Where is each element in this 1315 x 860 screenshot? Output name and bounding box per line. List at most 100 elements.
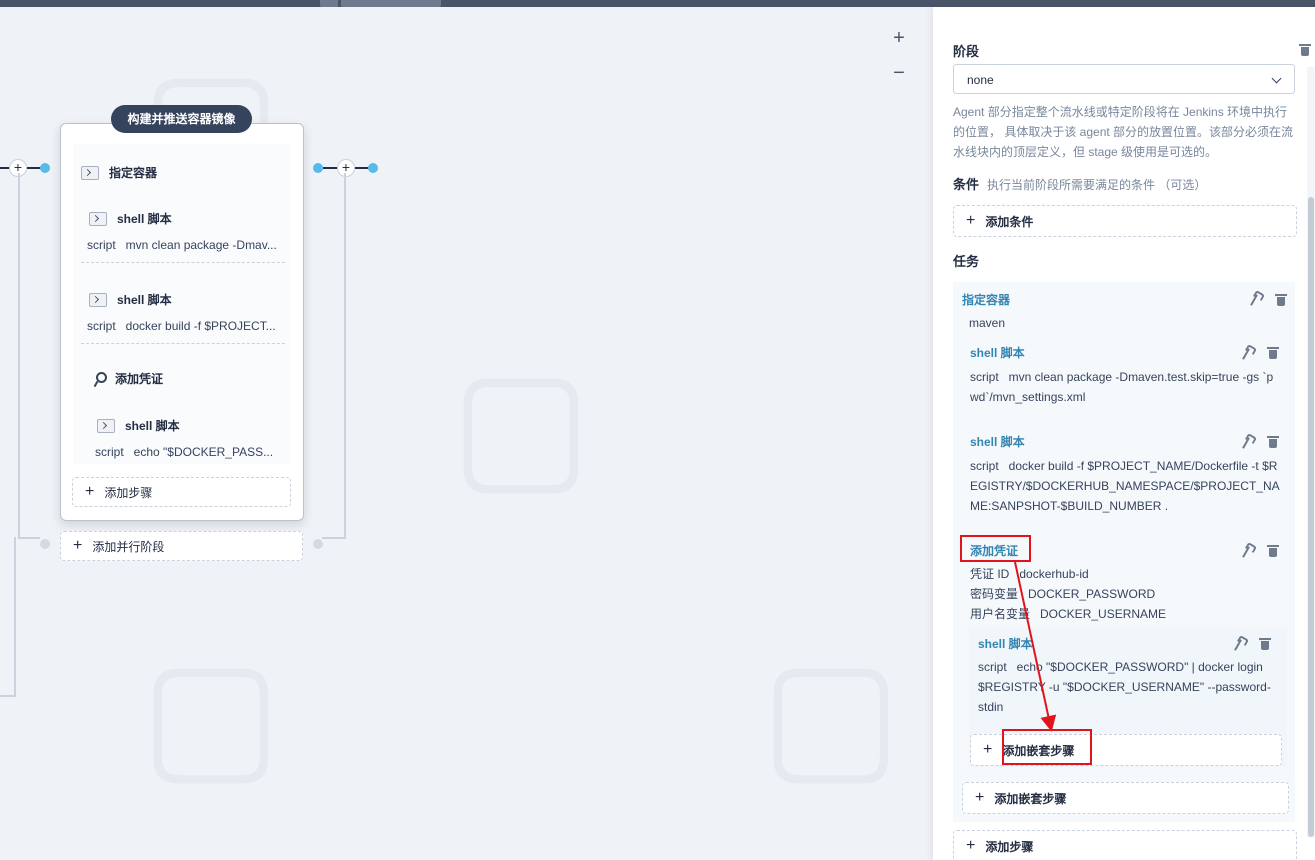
tasks-label: 任务 — [953, 254, 980, 269]
step-name: 指定容器 — [109, 166, 158, 180]
delete-stage-icon[interactable] — [1299, 43, 1311, 57]
step-header: shell 脚本 — [89, 291, 172, 308]
button-label: 添加步骤 — [985, 839, 1034, 854]
connector-line — [0, 695, 16, 697]
divider — [81, 343, 285, 344]
script-line: echo "$DOCKER_PASSWORD" | docker login — [1016, 660, 1263, 674]
add-step-button[interactable]: + 添加步骤 — [953, 830, 1297, 860]
terminal-icon — [81, 165, 99, 180]
select-value: none — [967, 73, 994, 87]
plus-icon: + — [73, 537, 83, 554]
step-value: mvn clean package -Dmav... — [125, 238, 277, 252]
step-name: shell 脚本 — [125, 419, 180, 433]
field-value: DOCKER_PASSWORD — [1028, 587, 1156, 601]
edit-icon[interactable] — [1239, 346, 1253, 360]
plus-icon: + — [85, 483, 95, 500]
field-value: dockerhub-id — [1019, 567, 1089, 581]
step-name: 添加凭证 — [115, 372, 164, 386]
terminal-icon — [97, 418, 115, 433]
task-name[interactable]: shell 脚本 — [970, 433, 1025, 450]
add-parallel-stage-button[interactable]: + 添加并行阶段 — [60, 531, 303, 561]
agent-description: Agent 部分指定整个流水线或特定阶段将在 Jenkins 环境中执行的位置，… — [953, 105, 1294, 159]
terminal-icon — [89, 292, 107, 307]
key-icon — [91, 371, 107, 387]
condition-desc: 执行当前阶段所需要满足的条件 （可选） — [987, 178, 1207, 192]
connector-line — [14, 537, 16, 697]
connector-line — [355, 167, 369, 169]
step-key: script — [95, 445, 124, 459]
stage-title[interactable]: 构建并推送容器镜像 — [111, 105, 252, 133]
edit-icon[interactable] — [1239, 435, 1253, 449]
delete-icon[interactable] — [1267, 435, 1279, 449]
add-stage-icon[interactable]: + — [337, 159, 355, 177]
connector-dot — [40, 539, 50, 549]
script-line: docker build -f $PROJECT_NAME/Dockerfile… — [1008, 459, 1278, 473]
top-bar — [0, 0, 1315, 7]
plus-icon: + — [966, 837, 976, 854]
step-header: shell 脚本 — [97, 417, 180, 434]
button-label: 添加嵌套步骤 — [994, 791, 1067, 806]
pipeline-canvas[interactable]: ▢ ▢ ▢ ▢ + − + + 构建并推送容器镜像 指定容器 shell 脚本 … — [0, 7, 933, 860]
delete-icon[interactable] — [1259, 637, 1271, 651]
chevron-down-icon — [1271, 73, 1282, 84]
container-step[interactable]: 指定容器 shell 脚本 script mvn clean package -D… — [73, 144, 291, 464]
script-key: script — [970, 370, 999, 384]
step-header: shell 脚本 — [89, 210, 172, 227]
script-text: script docker build -f $PROJECT_NAME/Dock… — [970, 456, 1280, 516]
step-name: shell 脚本 — [117, 212, 172, 226]
highlight-box — [1002, 729, 1092, 765]
button-label: 添加并行阶段 — [92, 539, 165, 554]
task-name[interactable]: shell 脚本 — [978, 635, 1033, 652]
connector-dot — [368, 163, 378, 173]
step-desc: script echo "$DOCKER_PASS... — [95, 445, 280, 459]
bg-decoration: ▢ — [450, 337, 592, 511]
stage-settings-panel: 阶段 none Agent 部分指定整个流水线或特定阶段将在 Jenkins 环… — [933, 7, 1315, 860]
add-step-button[interactable]: + 添加步骤 — [72, 477, 291, 507]
highlight-box — [960, 535, 1031, 562]
stage-card[interactable]: 指定容器 shell 脚本 script mvn clean package -D… — [60, 123, 304, 521]
script-text: script mvn clean package -Dmaven.test.ski… — [970, 367, 1273, 407]
connector-line — [27, 167, 41, 169]
condition-heading: 条件 执行当前阶段所需要满足的条件 （可选） — [953, 174, 1206, 193]
connector-line — [344, 173, 346, 539]
task-name[interactable]: shell 脚本 — [970, 344, 1025, 361]
edit-icon[interactable] — [1231, 637, 1245, 651]
script-line: wd`/mvn_settings.xml — [970, 390, 1086, 404]
script-key: script — [970, 459, 999, 473]
zoom-out-icon[interactable]: − — [891, 63, 907, 83]
step-header: 添加凭证 — [91, 370, 163, 387]
delete-icon[interactable] — [1275, 293, 1287, 307]
bg-decoration: ▢ — [760, 627, 902, 801]
field-label: 凭证 ID — [970, 567, 1010, 581]
script-line: $REGISTRY -u "$DOCKER_USERNAME" --passwo… — [978, 680, 1271, 694]
add-condition-button[interactable]: + 添加条件 — [953, 205, 1297, 237]
plus-icon: + — [966, 212, 976, 229]
scrollbar-thumb[interactable] — [1308, 197, 1314, 837]
task-name[interactable]: 指定容器 — [962, 291, 1010, 308]
connector-dot — [313, 163, 323, 173]
logo — [320, 0, 460, 7]
edit-icon[interactable] — [1239, 544, 1253, 558]
field-label: 密码变量 — [970, 587, 1019, 601]
agent-select[interactable]: none — [953, 64, 1295, 94]
script-line: ME:SANPSHOT-$BUILD_NUMBER . — [970, 499, 1169, 513]
stage-label: 阶段 — [953, 44, 980, 59]
delete-icon[interactable] — [1267, 346, 1279, 360]
step-value: echo "$DOCKER_PASS... — [133, 445, 274, 459]
terminal-icon — [89, 211, 107, 226]
delete-icon[interactable] — [1267, 544, 1279, 558]
script-text: script echo "$DOCKER_PASSWORD" | docker l… — [978, 657, 1271, 717]
condition-label: 条件 — [953, 177, 980, 192]
step-name: shell 脚本 — [117, 293, 172, 307]
zoom-in-icon[interactable]: + — [891, 28, 907, 48]
container-value: maven — [969, 316, 1006, 330]
script-key: script — [978, 660, 1007, 674]
bg-decoration: ▢ — [140, 627, 282, 801]
divider — [81, 262, 285, 263]
step-key: script — [87, 238, 116, 252]
add-nested-step-button[interactable]: + 添加嵌套步骤 — [962, 782, 1289, 814]
edit-icon[interactable] — [1247, 292, 1261, 306]
connector-line — [322, 537, 346, 539]
step-desc: script docker build -f $PROJECT... — [87, 319, 282, 333]
field-label: 用户名变量 — [970, 607, 1031, 621]
